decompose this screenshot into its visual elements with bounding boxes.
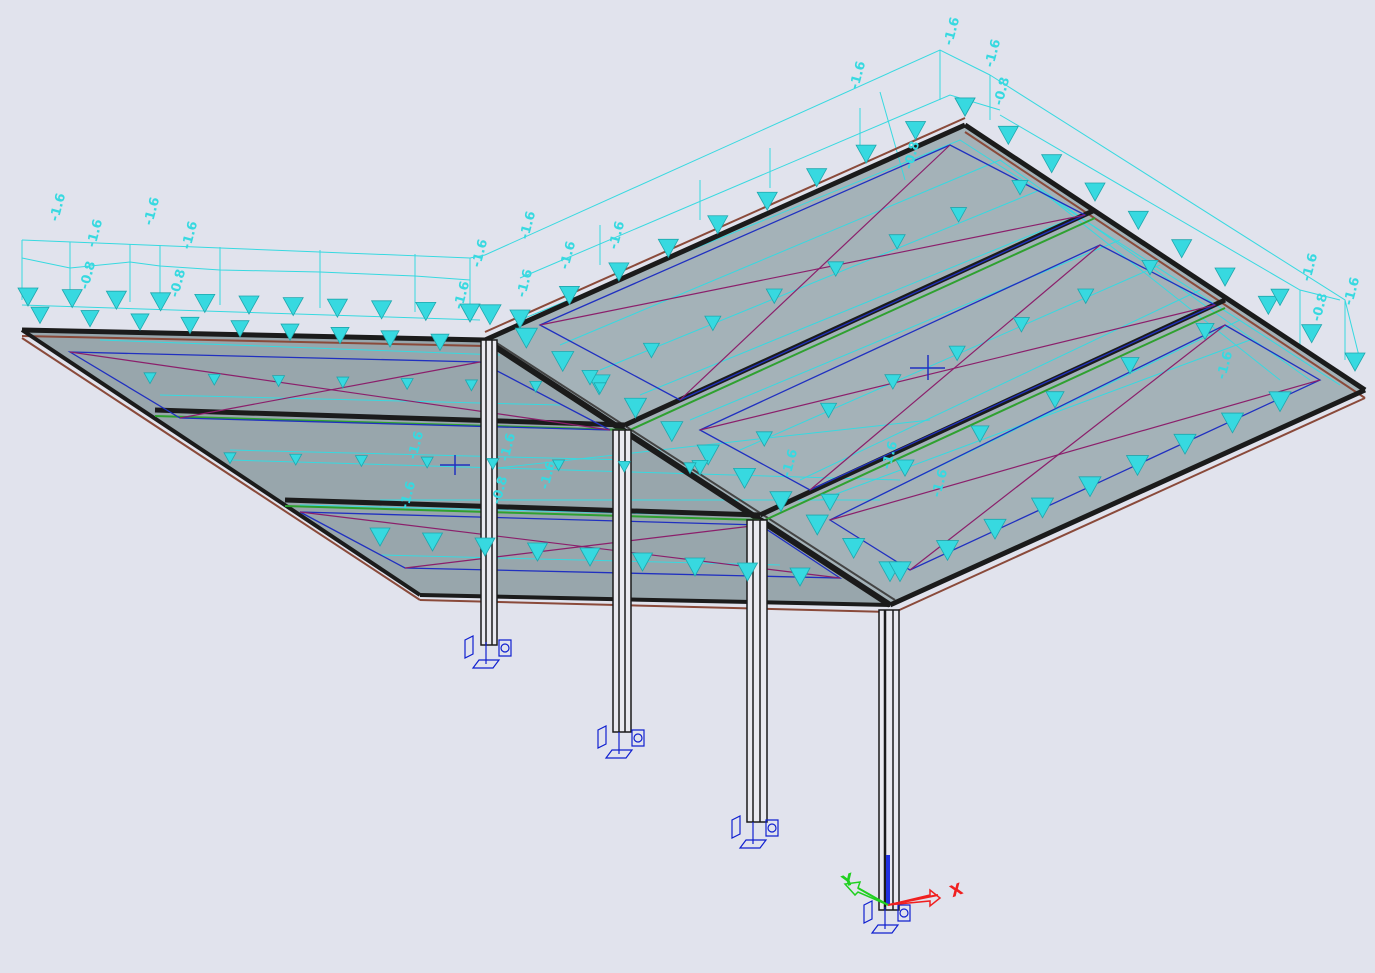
supports (464, 635, 911, 934)
load-label: -1.6 (469, 238, 491, 269)
axis-x-label: X (947, 879, 966, 901)
load-arrow-icon (1084, 182, 1106, 202)
load-arrow-icon (1300, 324, 1323, 344)
load-label: -1.6 (941, 16, 963, 47)
load-label: -1.6 (141, 196, 163, 227)
load-label: -0.8 (77, 260, 99, 291)
load-arrow-icon (478, 304, 502, 326)
axis-y-label: Y (838, 869, 857, 891)
load-arrow-icon (1257, 295, 1280, 316)
load-arrow-icon (30, 306, 50, 325)
load-label: -1.6 (84, 218, 106, 249)
load-arrow-icon (1127, 210, 1150, 231)
load-arrow-icon (61, 289, 83, 309)
load-label: -1.6 (179, 220, 201, 251)
load-arrow-icon (282, 297, 304, 317)
load-arrow-icon (855, 144, 877, 164)
load-label: -1.6 (47, 192, 69, 223)
load-label: -1.6 (517, 210, 539, 241)
load-arrow-icon (326, 298, 349, 319)
load-label: -1.6 (1341, 276, 1363, 307)
column-2 (612, 429, 632, 733)
load-arrow-icon (1214, 267, 1236, 287)
3d-model-viewport[interactable]: -1.6 -1.6 -1.6 -1.6 -0.8 -0.8 -1.6 -1.6 … (0, 0, 1375, 973)
load-label: -1.6 (982, 38, 1004, 69)
structure-model-canvas[interactable]: -1.6 -1.6 -1.6 -1.6 -0.8 -0.8 -1.6 -1.6 … (0, 0, 1375, 973)
load-label: -1.6 (606, 220, 628, 251)
load-arrow-icon (238, 295, 260, 315)
load-label: -0.8 (167, 268, 189, 299)
load-arrow-icon (17, 287, 39, 307)
load-label: -1.6 (514, 268, 536, 299)
load-label: -1.6 (557, 240, 579, 271)
load-arrow-icon (1344, 352, 1366, 372)
load-arrow-icon (194, 293, 216, 314)
load-arrow-icon (130, 313, 150, 331)
load-arrow-icon (105, 290, 128, 311)
load-arrow-icon (1170, 239, 1193, 259)
load-label: -1.6 (847, 60, 869, 91)
load-label: -1.6 (1299, 252, 1321, 283)
load-label: -0.8 (1309, 292, 1331, 323)
load-arrow-icon (80, 310, 100, 328)
load-arrow-icon (756, 191, 778, 212)
load-arrow-icon (1040, 154, 1063, 174)
global-axis-triad-icon: X Y (838, 855, 966, 908)
load-arrow-icon (997, 125, 1020, 146)
load-arrow-icon (805, 168, 828, 188)
load-arrow-icon (954, 97, 976, 117)
load-label: -0.8 (991, 76, 1013, 107)
